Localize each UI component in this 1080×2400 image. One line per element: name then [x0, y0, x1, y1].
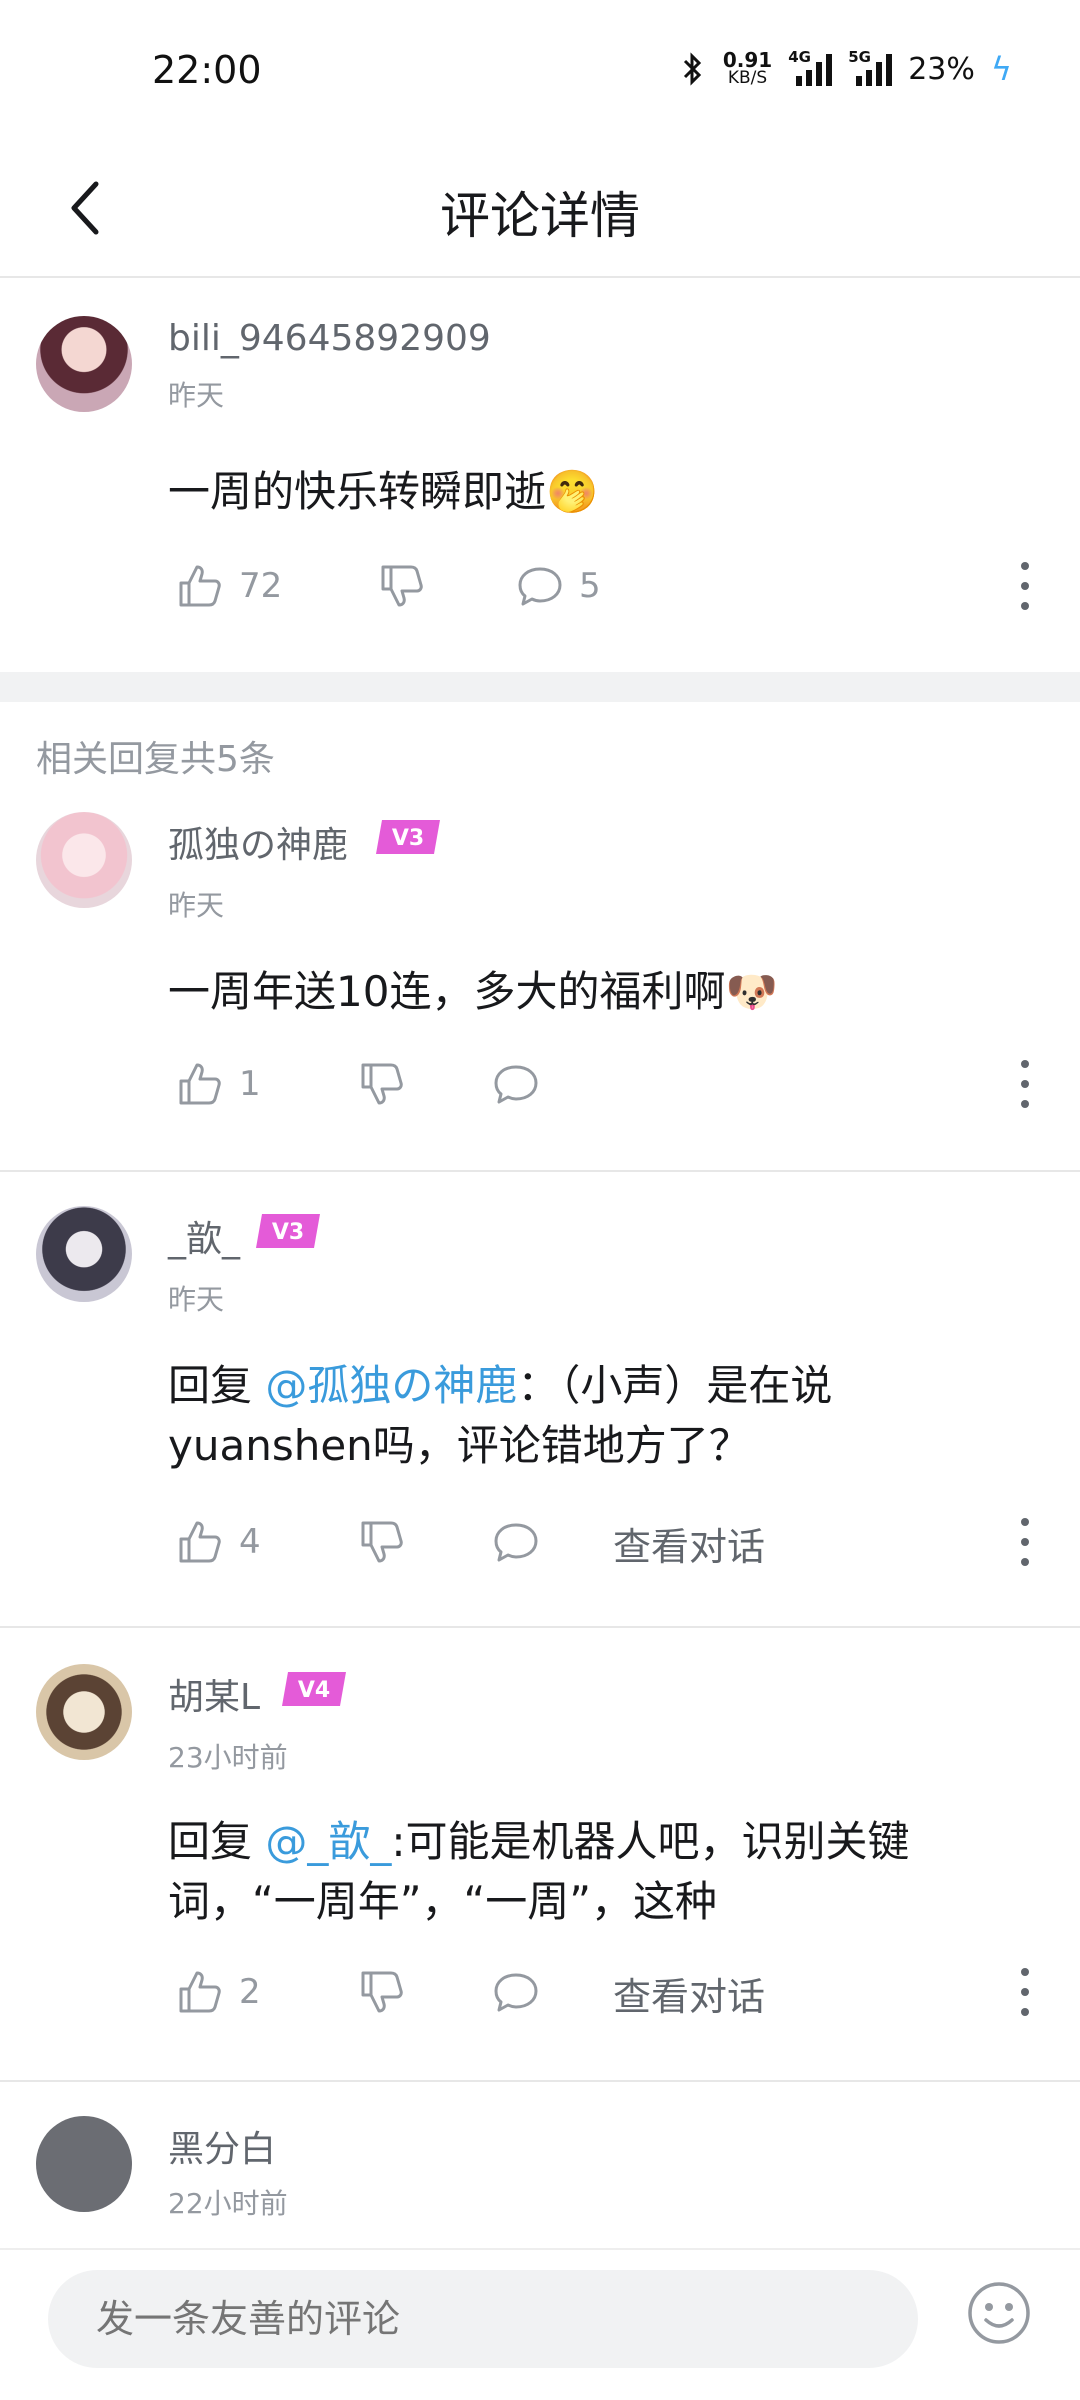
thumbs-up-icon	[179, 1971, 221, 2013]
like-button[interactable]: 4	[175, 1512, 261, 1572]
dislike-button[interactable]	[357, 1512, 407, 1572]
like-count: 72	[239, 566, 283, 606]
view-conversation-link[interactable]: 查看对话	[613, 1966, 765, 2021]
username[interactable]: 黑分白	[168, 2120, 276, 2172]
comment-time: 昨天	[168, 379, 225, 412]
comment-input[interactable]	[48, 2270, 918, 2368]
svg-text:V3: V3	[392, 826, 424, 851]
emoji: 🤭	[546, 467, 599, 516]
more-options-button[interactable]	[1015, 1518, 1035, 1566]
comment-icon	[494, 1973, 538, 2012]
like-button[interactable]: 2	[175, 1962, 261, 2022]
more-options-button[interactable]	[1015, 562, 1035, 610]
thumbs-up-icon	[179, 1063, 221, 1105]
action-row: 1	[175, 1054, 1055, 1114]
avatar[interactable]	[36, 812, 132, 908]
comment-text: 回复 @_歆_:可能是机器人吧，识别关键词，“一周年”，“一周”，这种	[168, 1812, 988, 1932]
signal-5g-icon: 5G	[848, 48, 893, 86]
reply-prefix: 回复	[168, 1817, 266, 1866]
bluetooth-icon	[683, 52, 701, 86]
comment-text: 一周的快乐转瞬即逝🤭	[168, 462, 598, 522]
reply-button[interactable]	[491, 1962, 541, 2022]
more-options-button[interactable]	[1015, 1968, 1035, 2016]
status-bar: 22:00 0.91 KB/S 4G 5G 23% ϟ	[0, 0, 1080, 140]
avatar[interactable]	[36, 2116, 132, 2212]
comment-icon	[494, 1065, 538, 1104]
battery-level: 23%	[908, 51, 975, 87]
divider	[0, 1626, 1080, 1628]
emoji: 🐶	[725, 967, 778, 1016]
replies-count-title: 相关回复共5条	[36, 739, 275, 780]
reply-button[interactable]: 5	[515, 556, 601, 616]
avatar[interactable]	[36, 1664, 132, 1760]
dislike-button[interactable]	[377, 556, 427, 616]
divider	[0, 1170, 1080, 1172]
action-row: 2 查看对话	[175, 1962, 1055, 2022]
action-row: 72 5	[175, 556, 1055, 616]
comment-icon	[494, 1523, 538, 1562]
comment-icon	[518, 567, 562, 606]
status-time: 22:00	[152, 48, 262, 92]
thumbs-down-icon	[361, 1971, 403, 2013]
thumbs-down-icon	[381, 565, 423, 607]
level-badge: V3	[376, 820, 440, 854]
dislike-button[interactable]	[357, 1054, 407, 1114]
comment-time: 昨天	[168, 1283, 225, 1316]
username[interactable]: _歆_	[168, 1210, 240, 1262]
thumbs-up-icon	[179, 565, 221, 607]
like-count: 4	[239, 1522, 261, 1562]
reply-prefix: 回复	[168, 1361, 266, 1410]
comment-body: 一周的快乐转瞬即逝	[168, 467, 547, 516]
thumbs-down-icon	[361, 1521, 403, 1563]
comment-body: 一周年送10连，多大的福利啊	[168, 967, 726, 1016]
mention-link[interactable]: @孤独の神鹿	[265, 1361, 517, 1410]
comment-time: 昨天	[168, 889, 225, 922]
like-button[interactable]: 1	[175, 1054, 261, 1114]
thumbs-up-icon	[179, 1521, 221, 1563]
comment-text: 一周年送10连，多大的福利啊🐶	[168, 962, 778, 1022]
sim1-label: 4G	[788, 48, 811, 66]
username[interactable]: 胡某L	[168, 1668, 260, 1720]
avatar[interactable]	[36, 1206, 132, 1302]
username[interactable]: 孤独の神鹿	[168, 816, 348, 868]
more-options-button[interactable]	[1015, 1060, 1035, 1108]
emoji-picker-icon[interactable]	[966, 2280, 1032, 2346]
level-badge: V3	[256, 1214, 320, 1248]
charging-icon: ϟ	[990, 50, 1012, 88]
net-speed-unit: KB/S	[727, 68, 768, 88]
sim2-label: 5G	[848, 48, 871, 66]
divider	[0, 2080, 1080, 2082]
action-row: 4 查看对话	[175, 1512, 1055, 1572]
status-icons: 0.91 KB/S 4G 5G 23% ϟ	[677, 48, 1012, 88]
avatar[interactable]	[36, 316, 132, 412]
page-title: 评论详情	[440, 187, 640, 245]
thumbs-down-icon	[361, 1063, 403, 1105]
like-button[interactable]: 72	[175, 556, 282, 616]
like-count: 2	[239, 1972, 261, 2012]
comment-text: 回复 @孤独の神鹿：（小声）是在说yuanshen吗，评论错地方了？	[168, 1356, 888, 1476]
username[interactable]: bili_94645892909	[168, 318, 491, 359]
comment-time: 23小时前	[168, 1741, 288, 1774]
reply-count: 5	[579, 566, 601, 606]
like-count: 1	[239, 1064, 261, 1104]
section-divider	[0, 672, 1080, 702]
reply-button[interactable]	[491, 1512, 541, 1572]
net-speed: 0.91 KB/S	[723, 50, 772, 88]
signal-4g-icon: 4G	[788, 48, 833, 86]
svg-text:V4: V4	[298, 1678, 330, 1703]
comment-input-bar	[0, 2248, 1080, 2400]
view-conversation-link[interactable]: 查看对话	[613, 1516, 765, 1571]
reply-button[interactable]	[491, 1054, 541, 1114]
dislike-button[interactable]	[357, 1962, 407, 2022]
mention-link[interactable]: @_歆_	[265, 1817, 391, 1866]
header: 评论详情	[0, 140, 1080, 278]
comment-time: 22小时前	[168, 2187, 288, 2220]
level-badge: V4	[282, 1672, 346, 1706]
svg-text:V3: V3	[272, 1220, 304, 1245]
